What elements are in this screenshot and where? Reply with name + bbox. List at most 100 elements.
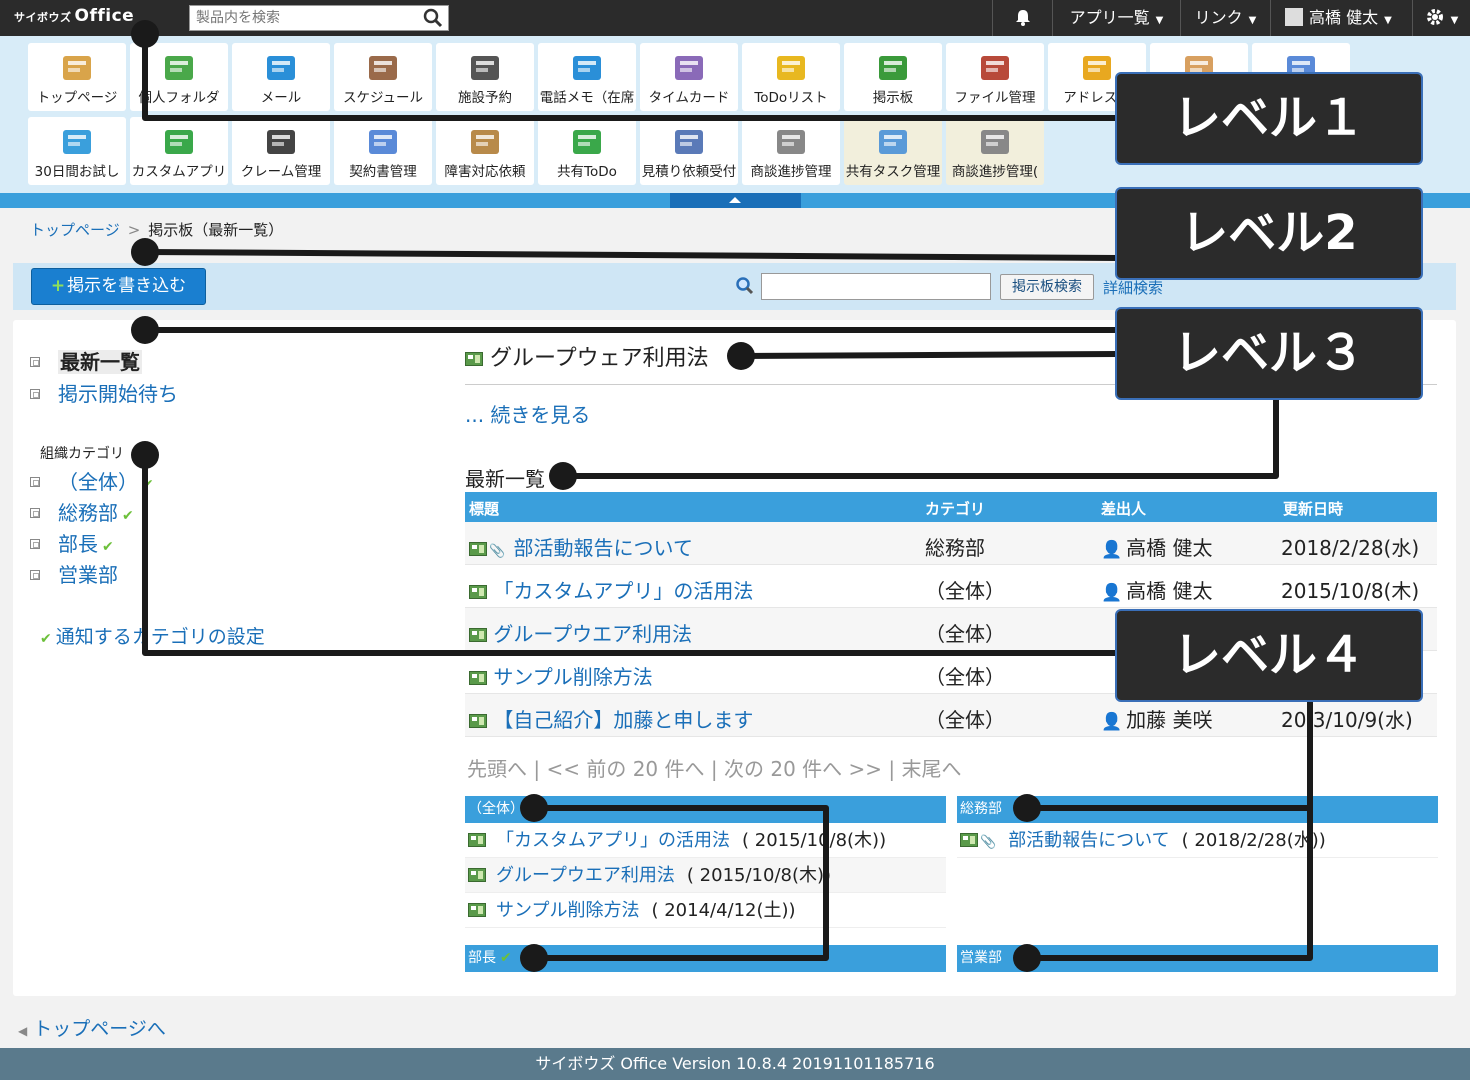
read-more-link[interactable]: ... 続きを見る — [465, 399, 590, 428]
notify-category-settings-link[interactable]: ✔ 通知するカテゴリの設定 — [40, 622, 265, 649]
app-tile[interactable]: クレーム管理 — [232, 117, 330, 185]
post-sender[interactable]: 👤 加藤 美咲 — [1101, 704, 1213, 733]
back-to-top-link[interactable]: ◀ トップページへ — [18, 1014, 166, 1041]
app-tile[interactable]: 共有ToDo — [538, 117, 636, 185]
product-search-input[interactable] — [196, 7, 422, 29]
post-date: ( 2015/10/8(木)) — [742, 830, 887, 851]
app-tile[interactable]: ファイル管理 — [946, 43, 1044, 111]
sidebar-item-waiting[interactable]: 掲示開始待ち — [30, 378, 178, 407]
top-bar: サイボウズOffice アプリ一覧▼ リンク▼ 高橋 健太▼ ▼ — [0, 0, 1470, 36]
pager-first-link[interactable]: 先頭へ — [467, 757, 527, 781]
column-header-updated[interactable]: 更新日時 — [1283, 498, 1343, 519]
post-category: （全体） — [925, 622, 1005, 646]
app-tile-label: 30日間お試し — [34, 164, 120, 180]
shared-todo-icon — [570, 125, 604, 159]
app-tile-label: 電話メモ（在席 — [539, 90, 635, 106]
category-box-header[interactable]: 総務部 — [957, 796, 1438, 823]
category-box-header[interactable]: （全体） — [465, 796, 946, 823]
app-tile[interactable]: 電話メモ（在席 — [538, 43, 636, 111]
post-title-link[interactable]: 部活動報告について — [1008, 830, 1169, 851]
square-bullet-icon — [30, 570, 40, 580]
breadcrumb-separator-icon: > — [127, 221, 141, 239]
search-icon[interactable] — [423, 8, 443, 28]
app-tile[interactable]: 30日間お試し — [28, 117, 126, 185]
app-tile[interactable]: 契約書管理 — [334, 117, 432, 185]
app-tile[interactable]: 商談進捗管理( — [946, 117, 1044, 185]
post-title-link[interactable]: 【自己紹介】加藤と申します — [469, 704, 753, 733]
post-title-link[interactable]: グループウエア利用法 — [469, 618, 692, 647]
app-tile[interactable]: ToDoリスト — [742, 43, 840, 111]
notification-button[interactable] — [992, 0, 1052, 36]
list-item: グループウエア利用法 ( 2015/10/8(木)) — [465, 858, 946, 893]
app-launcher-collapse-button[interactable] — [670, 193, 801, 208]
app-tile[interactable]: カスタムアプリ — [130, 117, 228, 185]
todo-icon — [774, 51, 808, 85]
app-tile[interactable]: トップページ — [28, 43, 126, 111]
pager-next-link[interactable]: 次の 20 件へ >> — [724, 757, 882, 781]
caret-down-icon: ▼ — [1450, 15, 1459, 26]
pagination: 先頭へ | << 前の 20 件へ | 次の 20 件へ >> | 末尾へ — [467, 753, 962, 782]
app-tile[interactable]: 共有タスク管理 — [844, 117, 942, 185]
bulletin-board-icon — [469, 628, 487, 642]
pager-last-link[interactable]: 末尾へ — [902, 757, 962, 781]
app-tile[interactable]: メール — [232, 43, 330, 111]
board-search-button[interactable]: 掲示板検索 — [1000, 274, 1094, 300]
plus-icon: + — [50, 276, 66, 296]
sidebar-category-bucho[interactable]: 部長 ✔ — [30, 528, 114, 557]
user-menu[interactable]: 高橋 健太 ▼ — [1270, 0, 1412, 36]
app-tile[interactable]: 掲示板 — [844, 43, 942, 111]
sidebar-category-soumu[interactable]: 総務部 ✔ — [30, 497, 134, 526]
product-logo[interactable]: サイボウズ Office — [14, 6, 134, 26]
column-header-category[interactable]: カテゴリ — [925, 498, 985, 519]
category-box-header[interactable]: 部長 ✔ — [465, 945, 946, 972]
board-search-input[interactable] — [761, 273, 991, 300]
post-title-link[interactable]: サンプル削除方法 — [496, 900, 639, 921]
app-tile[interactable]: タイムカード — [640, 43, 738, 111]
bulletin-board-icon — [468, 868, 486, 882]
sidebar-item-latest[interactable]: 最新一覧 — [30, 346, 142, 375]
category-box-header[interactable]: 営業部 — [957, 945, 1438, 972]
app-tile[interactable]: スケジュール — [334, 43, 432, 111]
latest-list-heading: 最新一覧 — [465, 467, 545, 491]
sidebar-category-eigyo[interactable]: 営業部 — [30, 559, 118, 588]
post-title-link[interactable]: 「カスタムアプリ」の活用法 — [496, 830, 730, 851]
folder-icon — [162, 51, 196, 85]
column-header-sender[interactable]: 差出人 — [1101, 498, 1146, 519]
post-updated-date: 2018/2/28(水) — [1281, 536, 1420, 560]
app-tile[interactable]: 見積り依頼受付 — [640, 117, 738, 185]
file-icon — [978, 51, 1012, 85]
post-category: 総務部 — [925, 536, 985, 560]
category-box-eigyo: 営業部 — [957, 945, 1438, 972]
app-list-menu[interactable]: アプリ一覧 ▼ — [1052, 0, 1180, 36]
app-tile[interactable]: 障害対応依頼 — [436, 117, 534, 185]
post-title-link[interactable]: 📎 部活動報告について — [469, 532, 693, 561]
check-icon: ✔ — [40, 631, 52, 647]
level4-label: レベル４ — [1115, 609, 1423, 702]
link-menu[interactable]: リンク ▼ — [1180, 0, 1270, 36]
post-message-button[interactable]: + 掲示を書き込む — [31, 268, 206, 305]
list-item: サンプル削除方法 ( 2014/4/12(土)) — [465, 893, 946, 928]
post-title-link[interactable]: 「カスタムアプリ」の活用法 — [469, 575, 753, 604]
column-header-title[interactable]: 標題 — [469, 498, 499, 519]
square-bullet-icon — [30, 477, 40, 487]
footer-version: サイボウズ Office Version 10.8.4 201911011857… — [0, 1048, 1470, 1080]
settings-menu[interactable]: ▼ — [1412, 0, 1470, 36]
app-tile[interactable]: 個人フォルダ — [130, 43, 228, 111]
sidebar-category-all[interactable]: （全体） ✔ — [30, 466, 154, 495]
pager-separator: | — [710, 757, 718, 781]
pager-prev-link[interactable]: << 前の 20 件へ — [546, 757, 704, 781]
post-title-link[interactable]: グループウエア利用法 — [496, 865, 675, 886]
product-search-box — [189, 5, 449, 31]
post-sender[interactable]: 👤 高橋 健太 — [1101, 575, 1213, 604]
post-updated-date: 2015/10/8(木) — [1281, 579, 1420, 603]
app-tile-label: 障害対応依頼 — [444, 164, 526, 180]
square-bullet-icon — [30, 357, 40, 367]
app-tile[interactable]: 商談進捗管理 — [742, 117, 840, 185]
breadcrumb-home-link[interactable]: トップページ — [30, 221, 120, 239]
post-title-link[interactable]: サンプル削除方法 — [469, 661, 653, 690]
app-tile[interactable]: 施設予約 — [436, 43, 534, 111]
square-bullet-icon — [30, 389, 40, 399]
post-sender[interactable]: 👤 高橋 健太 — [1101, 532, 1213, 561]
advanced-search-link[interactable]: 詳細検索 — [1103, 277, 1163, 298]
level2-label: レベル2 — [1115, 187, 1423, 280]
